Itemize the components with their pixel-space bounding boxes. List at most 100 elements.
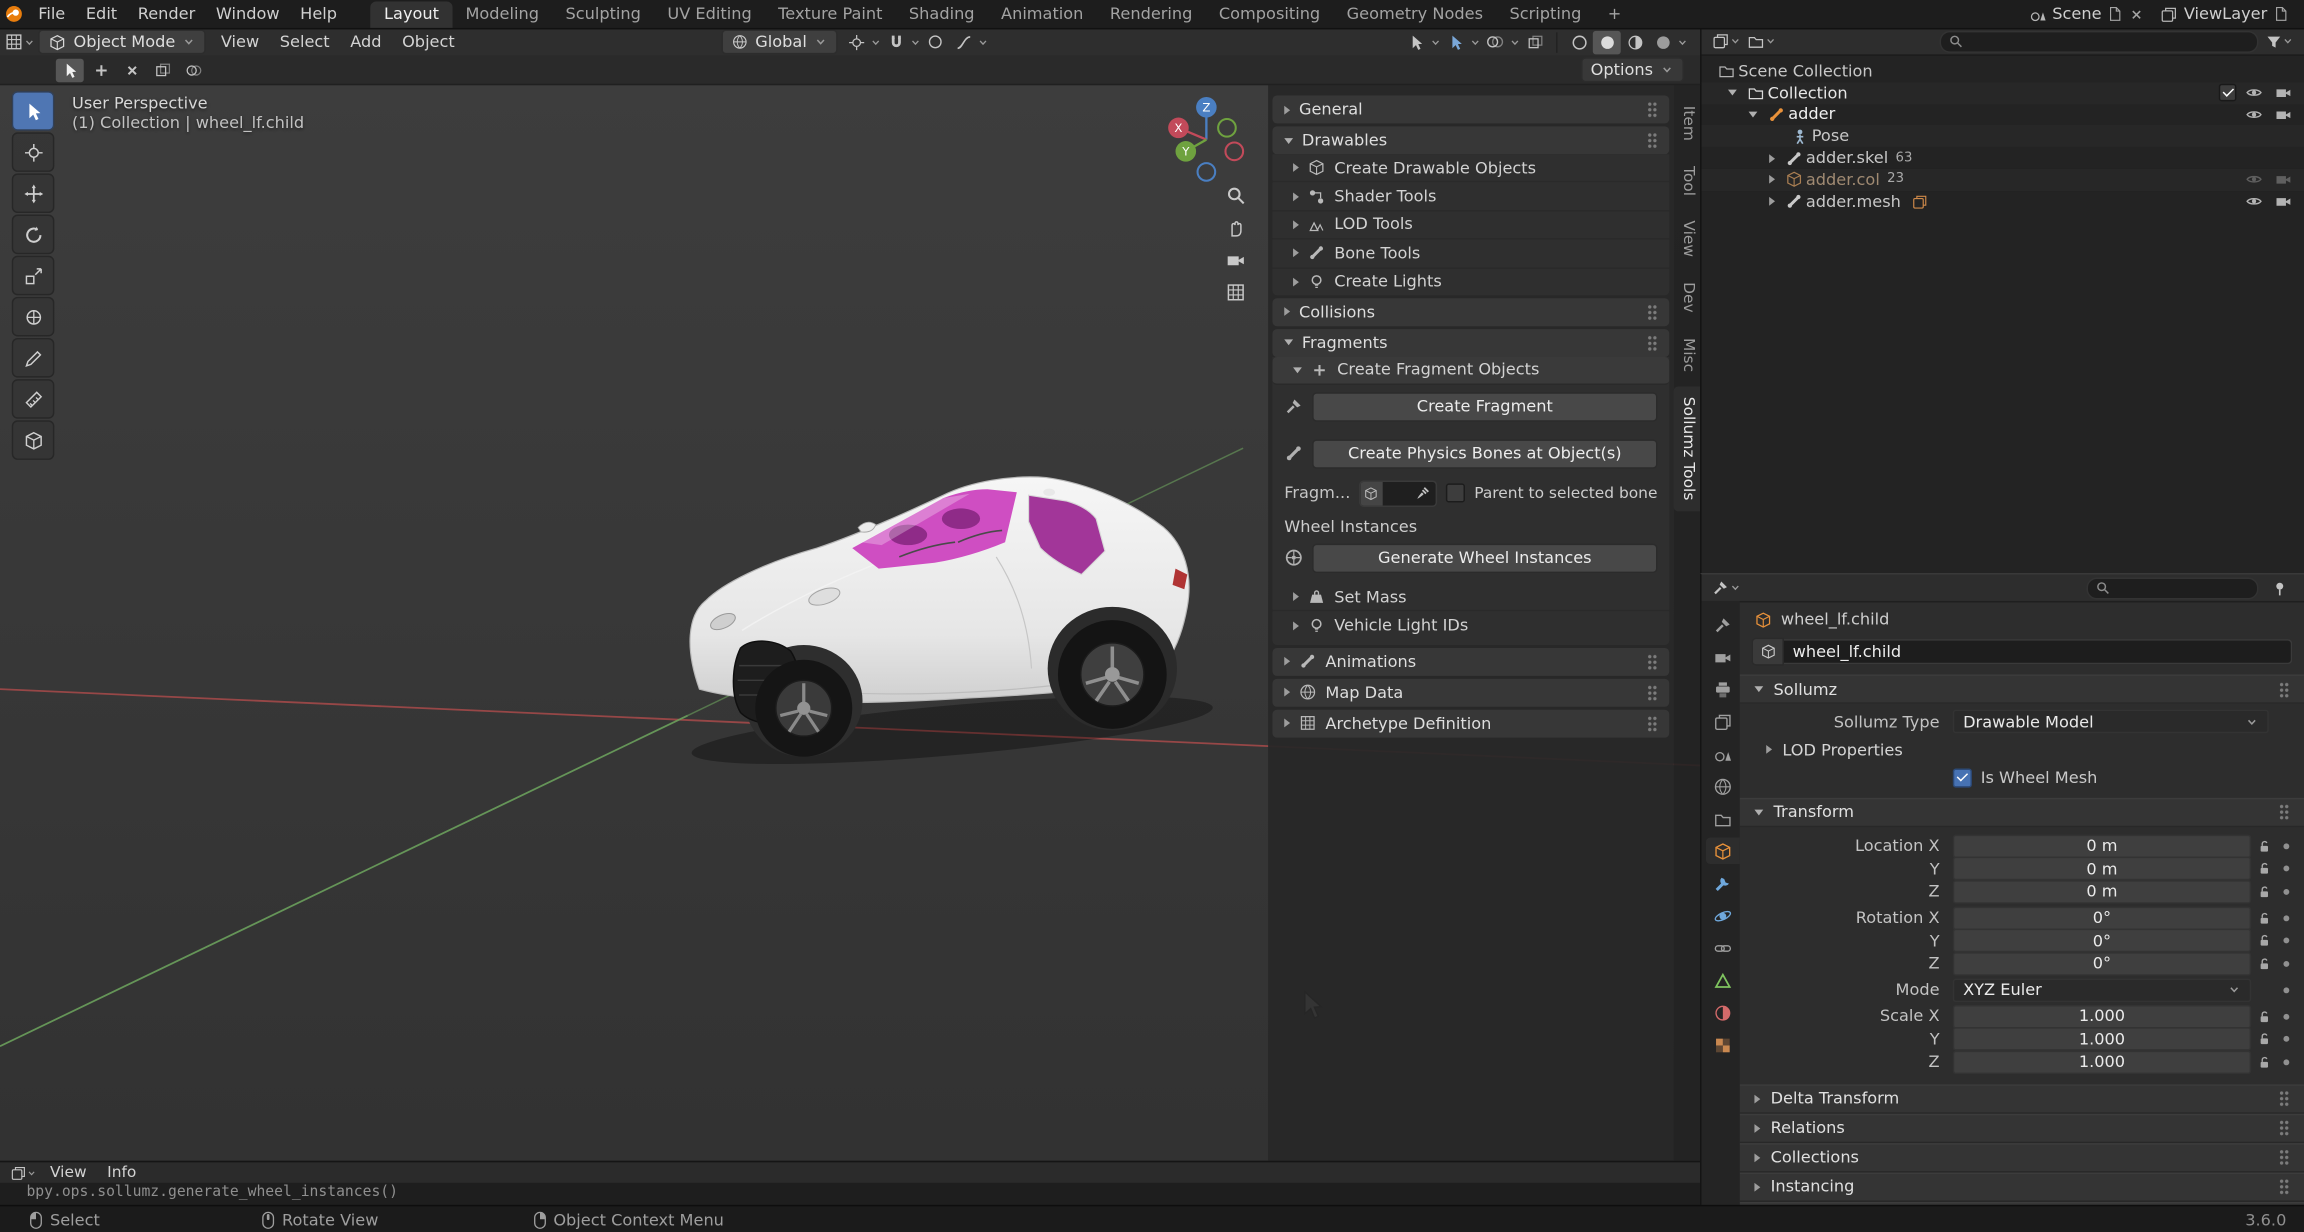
- panel-drawables[interactable]: Drawables: [1272, 126, 1669, 154]
- drag-handle-icon[interactable]: [1647, 653, 1657, 669]
- workspace-tab-uv-editing[interactable]: UV Editing: [654, 1, 765, 27]
- pivot-point-icon[interactable]: [842, 30, 870, 54]
- animate-dot[interactable]: [2276, 1059, 2295, 1065]
- lock-icon[interactable]: [2251, 1009, 2276, 1024]
- subpanel-set-mass[interactable]: Set Mass: [1272, 583, 1669, 611]
- scale-x-field[interactable]: 1.000: [1953, 1004, 2251, 1028]
- tab-scene[interactable]: [1706, 741, 1740, 767]
- sidebar-tab-item[interactable]: Item: [1674, 96, 1700, 152]
- unlink-scene-icon[interactable]: [2129, 7, 2144, 22]
- workspace-tab-rendering[interactable]: Rendering: [1097, 1, 1206, 27]
- add-cube-tool[interactable]: [12, 420, 55, 460]
- sidebar-tab-dev[interactable]: Dev: [1674, 272, 1700, 323]
- workspace-tab-scripting[interactable]: Scripting: [1496, 1, 1594, 27]
- generate-wheel-instances-button[interactable]: Generate Wheel Instances: [1312, 544, 1657, 573]
- animate-dot[interactable]: [2276, 1036, 2295, 1042]
- scale-tool[interactable]: [12, 256, 55, 296]
- lock-icon[interactable]: [2251, 1054, 2276, 1069]
- rotation-mode-dropdown[interactable]: XYZ Euler: [1953, 978, 2251, 1002]
- transform-tool[interactable]: [12, 297, 55, 337]
- outliner-filter-icon[interactable]: [2266, 29, 2294, 53]
- workspace-tab-texture-paint[interactable]: Texture Paint: [765, 1, 896, 27]
- lock-icon[interactable]: [2251, 1032, 2276, 1047]
- tree-row-scene-collection[interactable]: Scene Collection: [1702, 60, 2304, 82]
- lock-icon[interactable]: [2251, 861, 2276, 876]
- gizmo-neg-z-axis[interactable]: [1198, 163, 1216, 181]
- workspace-tab-geometry-nodes[interactable]: Geometry Nodes: [1333, 1, 1496, 27]
- pivot-chevron-icon[interactable]: [870, 36, 882, 48]
- drag-handle-icon[interactable]: [2279, 1178, 2289, 1194]
- subpanel-create-lights[interactable]: Create Lights: [1272, 268, 1669, 295]
- panel-archetype-definition[interactable]: Archetype Definition: [1272, 709, 1669, 737]
- menu-add[interactable]: Add: [340, 32, 392, 51]
- drag-handle-icon[interactable]: [2279, 1090, 2289, 1106]
- panel-general[interactable]: General: [1272, 96, 1669, 124]
- lock-icon[interactable]: [2251, 933, 2276, 948]
- panel-sollumz[interactable]: Sollumz: [1740, 674, 2304, 703]
- annotate-tool[interactable]: [12, 338, 55, 378]
- snap-magnet-icon[interactable]: [882, 30, 910, 54]
- drag-handle-icon[interactable]: [1647, 335, 1657, 351]
- animate-dot[interactable]: [2276, 915, 2295, 921]
- lock-icon[interactable]: [2251, 956, 2276, 971]
- create-physics-bones-button[interactable]: Create Physics Bones at Object(s): [1312, 439, 1657, 468]
- gizmo-neg-x-axis[interactable]: [1225, 143, 1243, 161]
- location-y-field[interactable]: 0 m: [1953, 857, 2251, 881]
- lock-icon[interactable]: [2251, 884, 2276, 899]
- mode-dropdown[interactable]: Object Mode: [38, 29, 206, 54]
- animate-dot[interactable]: [2276, 1013, 2295, 1019]
- tweak-select-tool[interactable]: [12, 91, 55, 131]
- tab-collection[interactable]: [1706, 805, 1740, 831]
- select-mode-extend-icon[interactable]: [87, 58, 115, 82]
- rotation-x-field[interactable]: 0°: [1953, 906, 2251, 930]
- object-id-icon[interactable]: [1752, 638, 1784, 666]
- panel-collisions[interactable]: Collisions: [1272, 298, 1669, 326]
- tree-row-adder-mesh[interactable]: adder.mesh: [1702, 191, 2304, 213]
- object-name-field[interactable]: [1784, 639, 2292, 664]
- viewport-zoom-icon[interactable]: [1229, 189, 1244, 204]
- editor-type-outliner-icon[interactable]: [1712, 29, 1740, 53]
- menu-view[interactable]: View: [211, 32, 270, 51]
- tab-object-data[interactable]: [1706, 967, 1740, 993]
- animate-dot[interactable]: [2276, 865, 2295, 871]
- subpanel-bone-tools[interactable]: Bone Tools: [1272, 240, 1669, 268]
- info-menu-view[interactable]: View: [43, 1164, 94, 1182]
- subpanel-lod-properties[interactable]: LOD Properties: [1740, 734, 2304, 765]
- workspace-tab-animation[interactable]: Animation: [988, 1, 1097, 27]
- parent-to-bone-checkbox[interactable]: [1446, 484, 1465, 503]
- workspace-tab-layout[interactable]: Layout: [371, 1, 452, 27]
- panel-relations[interactable]: Relations: [1740, 1113, 2304, 1142]
- pin-id-icon[interactable]: [2266, 576, 2294, 600]
- gizmo-chevron-icon[interactable]: [1469, 36, 1481, 48]
- shading-chevron-icon[interactable]: [1677, 36, 1689, 48]
- viewport-ortho-icon[interactable]: [1228, 285, 1243, 300]
- viewport-pan-icon[interactable]: [1232, 222, 1241, 236]
- sidebar-tab-view[interactable]: View: [1674, 211, 1700, 268]
- editor-type-info-icon[interactable]: [9, 1161, 37, 1185]
- orientation-dropdown[interactable]: Global: [721, 29, 837, 54]
- tab-texture[interactable]: [1706, 1032, 1740, 1058]
- new-scene-icon[interactable]: [2107, 6, 2123, 22]
- gizmo-neg-y-axis[interactable]: [1218, 119, 1236, 137]
- panel-map-data[interactable]: Map Data: [1272, 678, 1669, 706]
- tab-tool[interactable]: [1706, 611, 1740, 637]
- menu-file[interactable]: File: [28, 4, 76, 23]
- tab-view-layer[interactable]: [1706, 708, 1740, 734]
- workspace-tab-modeling[interactable]: Modeling: [452, 1, 552, 27]
- panel-fragments[interactable]: Fragments: [1272, 329, 1669, 357]
- add-workspace-button[interactable]: +: [1595, 1, 1635, 27]
- car-object[interactable]: [689, 477, 1214, 778]
- menu-render[interactable]: Render: [127, 4, 205, 23]
- tab-world[interactable]: [1706, 773, 1740, 799]
- editor-type-properties-icon[interactable]: [1712, 576, 1740, 600]
- shading-solid-icon[interactable]: [1593, 30, 1621, 54]
- hide-in-viewport-icon[interactable]: [2241, 193, 2266, 211]
- drag-handle-icon[interactable]: [2279, 804, 2289, 820]
- panel-delta-transform[interactable]: Delta Transform: [1740, 1084, 2304, 1113]
- drag-handle-icon[interactable]: [2279, 681, 2289, 697]
- tree-row-pose[interactable]: Pose: [1702, 125, 2304, 147]
- sidebar-tab-sollumz-tools[interactable]: Sollumz Tools: [1674, 387, 1700, 511]
- overlays-icon[interactable]: [1481, 30, 1509, 54]
- tree-row-collection[interactable]: Collection: [1702, 82, 2304, 104]
- location-x-field[interactable]: 0 m: [1953, 834, 2251, 858]
